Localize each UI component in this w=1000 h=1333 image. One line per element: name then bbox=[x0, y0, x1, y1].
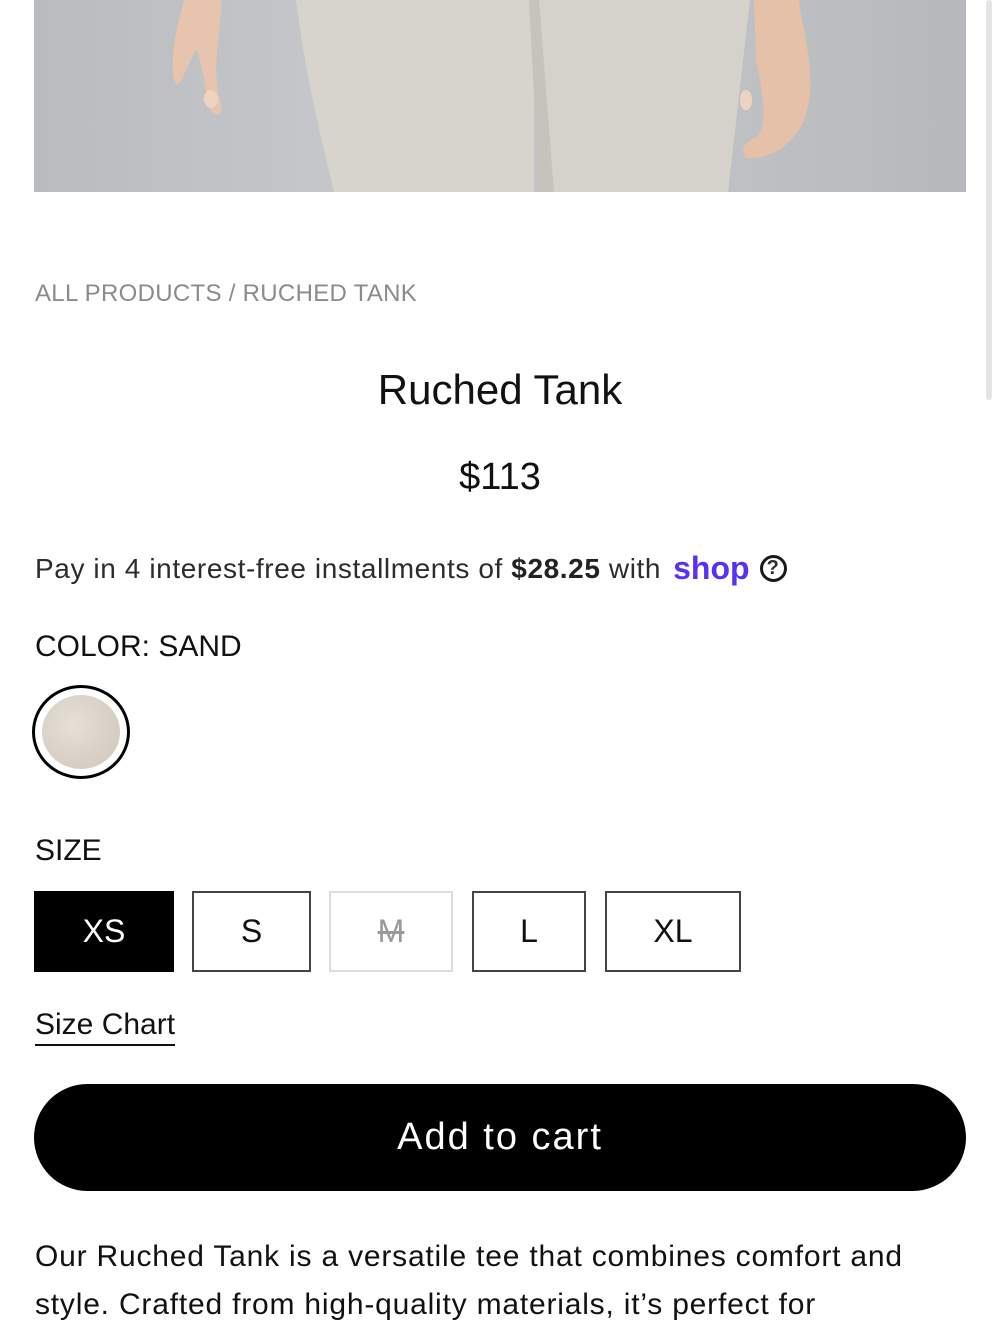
product-description: Our Ruched Tank is a versatile tee that … bbox=[35, 1240, 903, 1321]
help-circle-icon[interactable]: ? bbox=[759, 555, 787, 582]
color-swatch-sand[interactable] bbox=[32, 685, 130, 779]
shop-pay-logo: shop bbox=[673, 550, 750, 586]
breadcrumb-separator: / bbox=[221, 280, 243, 307]
installments-banner: Pay in 4 interest-free installments of $… bbox=[35, 550, 787, 587]
installments-prefix: Pay in 4 interest-free installments of bbox=[35, 552, 512, 584]
product-photo-illustration bbox=[172, 0, 811, 192]
page-scrollbar[interactable] bbox=[986, 0, 992, 400]
product-image bbox=[34, 0, 966, 192]
breadcrumb: ALL PRODUCTS / RUCHED TANK bbox=[35, 280, 417, 308]
size-option-xl[interactable]: XL bbox=[605, 891, 741, 972]
size-option-m[interactable]: M bbox=[329, 891, 453, 972]
size-chart-link[interactable]: Size Chart bbox=[35, 1008, 176, 1046]
color-label: COLOR: SAND bbox=[35, 630, 242, 663]
breadcrumb-link-all-products[interactable]: ALL PRODUCTS bbox=[35, 280, 222, 307]
product-title: Ruched Tank bbox=[377, 366, 623, 413]
size-label: SIZE bbox=[35, 834, 102, 867]
color-swatch-fill bbox=[42, 695, 120, 769]
product-price: $113 bbox=[459, 456, 541, 498]
installments-amount: $28.25 bbox=[511, 552, 601, 584]
size-option-l[interactable]: L bbox=[472, 891, 586, 972]
size-option-xs[interactable]: XS bbox=[34, 891, 174, 972]
breadcrumb-current: RUCHED TANK bbox=[242, 280, 418, 307]
add-to-cart-button[interactable]: Add to cart bbox=[34, 1084, 966, 1191]
size-option-s[interactable]: S bbox=[192, 891, 311, 972]
installments-suffix: with bbox=[600, 552, 662, 584]
